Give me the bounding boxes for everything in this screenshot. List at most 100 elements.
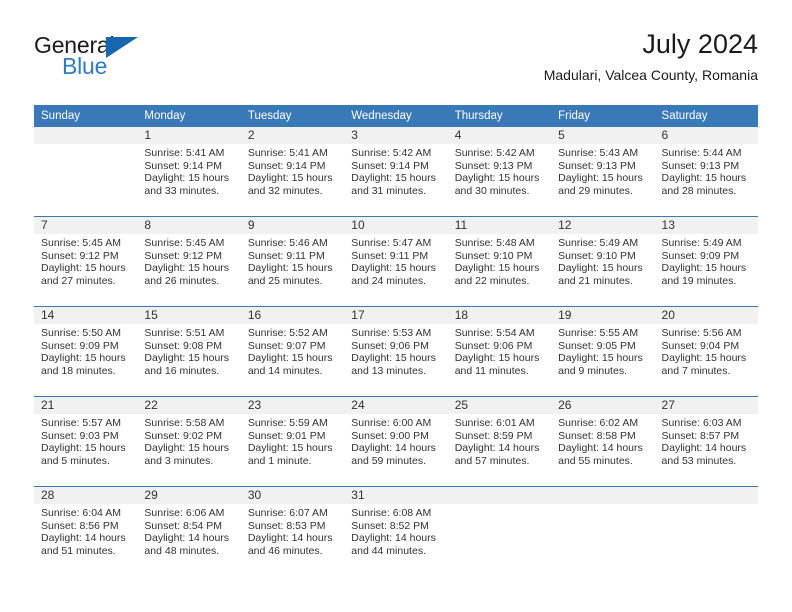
daylight-text-line2: and 53 minutes.	[661, 454, 737, 467]
calendar-day-cell[interactable]: 31 Sunrise: 6:08 AM Sunset: 8:52 PM Dayligh…	[344, 487, 448, 576]
calendar-week-row: 14 Sunrise: 5:50 AM Sunset: 9:09 PM Dayligh…	[34, 306, 758, 397]
sunset-text: Sunset: 9:06 PM	[351, 339, 429, 352]
calendar-week-row: 21 Sunrise: 5:57 AM Sunset: 9:03 PM Dayligh…	[34, 396, 758, 487]
calendar-day-cell[interactable]: 29 Sunrise: 6:06 AM Sunset: 8:54 PM Dayligh…	[137, 487, 241, 576]
daylight-text-line2: and 1 minute.	[247, 454, 312, 467]
daylight-text-line1: Daylight: 15 hours	[454, 352, 540, 365]
logo-text-blue: Blue	[62, 53, 108, 79]
daylight-text-line2: and 18 minutes.	[41, 364, 116, 377]
sunset-text: Sunset: 9:13 PM	[661, 159, 740, 172]
calendar-day-cell[interactable]: 27 Sunrise: 6:03 AM Sunset: 8:57 PM Dayligh…	[654, 397, 758, 486]
daylight-text-line1: Daylight: 15 hours	[454, 262, 540, 275]
calendar-day-cell[interactable]: 12 Sunrise: 5:49 AM Sunset: 9:10 PM Dayligh…	[551, 217, 655, 306]
weekday-header-saturday: Saturday	[654, 105, 758, 127]
weekday-header-wednesday: Wednesday	[344, 105, 448, 127]
calendar-day-cell[interactable]: 1 Sunrise: 5:41 AM Sunset: 9:14 PM Daylight…	[137, 127, 241, 216]
daylight-text-line1: Daylight: 15 hours	[351, 262, 436, 275]
calendar-day-cell[interactable]: 3 Sunrise: 5:42 AM Sunset: 9:14 PM Daylight…	[344, 127, 448, 216]
calendar-day-cell[interactable]: 9 Sunrise: 5:46 AM Sunset: 9:11 PM Daylight…	[240, 217, 345, 306]
day-number: 31	[344, 487, 448, 504]
day-sun-info: Sunrise: 5:41 AM Sunset: 9:14 PM Daylight:…	[137, 144, 241, 198]
day-sun-info: Sunrise: 5:59 AM Sunset: 9:01 PM Daylight:…	[240, 414, 345, 468]
calendar-day-cell[interactable]: 30 Sunrise: 6:07 AM Sunset: 8:53 PM Dayligh…	[240, 487, 345, 576]
daylight-text-line1: Daylight: 14 hours	[661, 442, 747, 455]
sunrise-text: Sunrise: 5:49 AM	[558, 237, 639, 249]
daylight-text-line2: and 48 minutes.	[144, 544, 220, 557]
weekday-header-friday: Friday	[551, 105, 655, 127]
calendar-day-cell[interactable]: 15 Sunrise: 5:51 AM Sunset: 9:08 PM Dayligh…	[137, 307, 241, 396]
sunrise-text: Sunrise: 5:44 AM	[661, 147, 742, 159]
sunset-text: Sunset: 9:02 PM	[144, 429, 223, 442]
sunset-text: Sunset: 9:07 PM	[247, 339, 326, 352]
day-sun-info: Sunrise: 5:45 AM Sunset: 9:12 PM Daylight:…	[137, 234, 241, 288]
calendar-day-cell[interactable]: 2 Sunrise: 5:41 AM Sunset: 9:14 PM Daylight…	[240, 127, 345, 216]
sunrise-text: Sunrise: 5:41 AM	[247, 147, 328, 159]
calendar-day-cell[interactable]: 20 Sunrise: 5:56 AM Sunset: 9:04 PM Dayligh…	[654, 307, 758, 396]
day-sun-info: Sunrise: 5:50 AM Sunset: 9:09 PM Daylight:…	[34, 324, 138, 378]
weekday-header-thursday: Thursday	[447, 105, 552, 127]
sunset-text: Sunset: 9:05 PM	[558, 339, 636, 352]
triangle-icon	[106, 37, 138, 58]
daylight-text-line1: Daylight: 14 hours	[41, 532, 126, 545]
sunset-text: Sunset: 9:12 PM	[41, 249, 119, 262]
calendar-day-cell[interactable]: 24 Sunrise: 6:00 AM Sunset: 9:00 PM Dayligh…	[344, 397, 448, 486]
daylight-text-line1: Daylight: 15 hours	[247, 262, 333, 275]
day-number: 22	[137, 397, 241, 414]
calendar-day-cell[interactable]: 19 Sunrise: 5:55 AM Sunset: 9:05 PM Dayligh…	[551, 307, 655, 396]
general-blue-logo[interactable]: General Blue	[34, 32, 209, 90]
calendar-day-cell[interactable]: 8 Sunrise: 5:45 AM Sunset: 9:12 PM Daylight…	[137, 217, 241, 306]
daylight-text-line1: Daylight: 14 hours	[247, 532, 333, 545]
sunset-text: Sunset: 8:58 PM	[558, 429, 636, 442]
calendar-day-cell[interactable]: 23 Sunrise: 5:59 AM Sunset: 9:01 PM Dayligh…	[240, 397, 345, 486]
daylight-text-line2: and 55 minutes.	[558, 454, 633, 467]
day-number: 7	[34, 217, 138, 234]
day-sun-info: Sunrise: 6:08 AM Sunset: 8:52 PM Daylight:…	[344, 504, 448, 558]
daylight-text-line1: Daylight: 15 hours	[247, 352, 333, 365]
sunrise-text: Sunrise: 6:07 AM	[247, 507, 328, 519]
calendar-day-cell[interactable]: 28 Sunrise: 6:04 AM Sunset: 8:56 PM Dayligh…	[34, 487, 138, 576]
day-sun-info: Sunrise: 5:57 AM Sunset: 9:03 PM Daylight:…	[34, 414, 138, 468]
calendar-day-cell[interactable]: 21 Sunrise: 5:57 AM Sunset: 9:03 PM Dayligh…	[34, 397, 138, 486]
day-number	[447, 487, 552, 504]
sunset-text: Sunset: 9:13 PM	[558, 159, 636, 172]
sunset-text: Sunset: 9:04 PM	[661, 339, 740, 352]
weekday-header-monday: Monday	[137, 105, 241, 127]
calendar-day-cell[interactable]: 11 Sunrise: 5:48 AM Sunset: 9:10 PM Dayligh…	[447, 217, 552, 306]
calendar-page: General Blue July 2024 Madulari, Valcea …	[0, 0, 792, 612]
calendar-day-cell[interactable]: 13 Sunrise: 5:49 AM Sunset: 9:09 PM Dayligh…	[654, 217, 758, 306]
day-number: 14	[34, 307, 138, 324]
calendar-week-row: 1 Sunrise: 5:41 AM Sunset: 9:14 PM Daylight…	[34, 127, 758, 217]
daylight-text-line1: Daylight: 15 hours	[144, 442, 230, 455]
sunrise-text: Sunrise: 5:55 AM	[558, 327, 639, 339]
sunset-text: Sunset: 9:03 PM	[41, 429, 119, 442]
calendar-day-cell[interactable]: 18 Sunrise: 5:54 AM Sunset: 9:06 PM Dayligh…	[447, 307, 552, 396]
calendar-day-cell[interactable]: 10 Sunrise: 5:47 AM Sunset: 9:11 PM Dayligh…	[344, 217, 448, 306]
calendar-day-cell[interactable]: 16 Sunrise: 5:52 AM Sunset: 9:07 PM Dayligh…	[240, 307, 345, 396]
sunset-text: Sunset: 9:12 PM	[144, 249, 223, 262]
sunset-text: Sunset: 9:10 PM	[454, 249, 533, 262]
daylight-text-line1: Daylight: 15 hours	[41, 262, 126, 275]
sunrise-text: Sunrise: 6:08 AM	[351, 507, 432, 519]
daylight-text-line1: Daylight: 14 hours	[144, 532, 230, 545]
calendar-day-cell[interactable]: 17 Sunrise: 5:53 AM Sunset: 9:06 PM Dayligh…	[344, 307, 448, 396]
daylight-text-line1: Daylight: 15 hours	[661, 262, 747, 275]
daylight-text-line1: Daylight: 15 hours	[144, 352, 230, 365]
calendar-day-cell[interactable]: 7 Sunrise: 5:45 AM Sunset: 9:12 PM Daylight…	[34, 217, 138, 306]
day-number: 25	[447, 397, 552, 414]
calendar-day-cell[interactable]: 22 Sunrise: 5:58 AM Sunset: 9:02 PM Dayligh…	[137, 397, 241, 486]
sunrise-text: Sunrise: 6:00 AM	[351, 417, 432, 429]
calendar-day-cell[interactable]: 25 Sunrise: 6:01 AM Sunset: 8:59 PM Dayligh…	[447, 397, 552, 486]
daylight-text-line2: and 25 minutes.	[247, 274, 323, 287]
sunset-text: Sunset: 8:54 PM	[144, 519, 223, 532]
calendar-day-cell[interactable]: 5 Sunrise: 5:43 AM Sunset: 9:13 PM Daylight…	[551, 127, 655, 216]
calendar-day-cell[interactable]: 14 Sunrise: 5:50 AM Sunset: 9:09 PM Dayligh…	[34, 307, 138, 396]
sunset-text: Sunset: 8:52 PM	[351, 519, 429, 532]
weekday-header-sunday: Sunday	[34, 105, 138, 127]
day-number: 4	[447, 127, 552, 144]
daylight-text-line2: and 57 minutes.	[454, 454, 530, 467]
calendar-day-cell[interactable]: 4 Sunrise: 5:42 AM Sunset: 9:13 PM Daylight…	[447, 127, 552, 216]
calendar-day-cell[interactable]: 6 Sunrise: 5:44 AM Sunset: 9:13 PM Daylight…	[654, 127, 758, 216]
day-sun-info: Sunrise: 6:03 AM Sunset: 8:57 PM Daylight:…	[654, 414, 758, 468]
day-sun-info: Sunrise: 5:55 AM Sunset: 9:05 PM Daylight:…	[551, 324, 655, 378]
calendar-day-cell[interactable]: 26 Sunrise: 6:02 AM Sunset: 8:58 PM Dayligh…	[551, 397, 655, 486]
